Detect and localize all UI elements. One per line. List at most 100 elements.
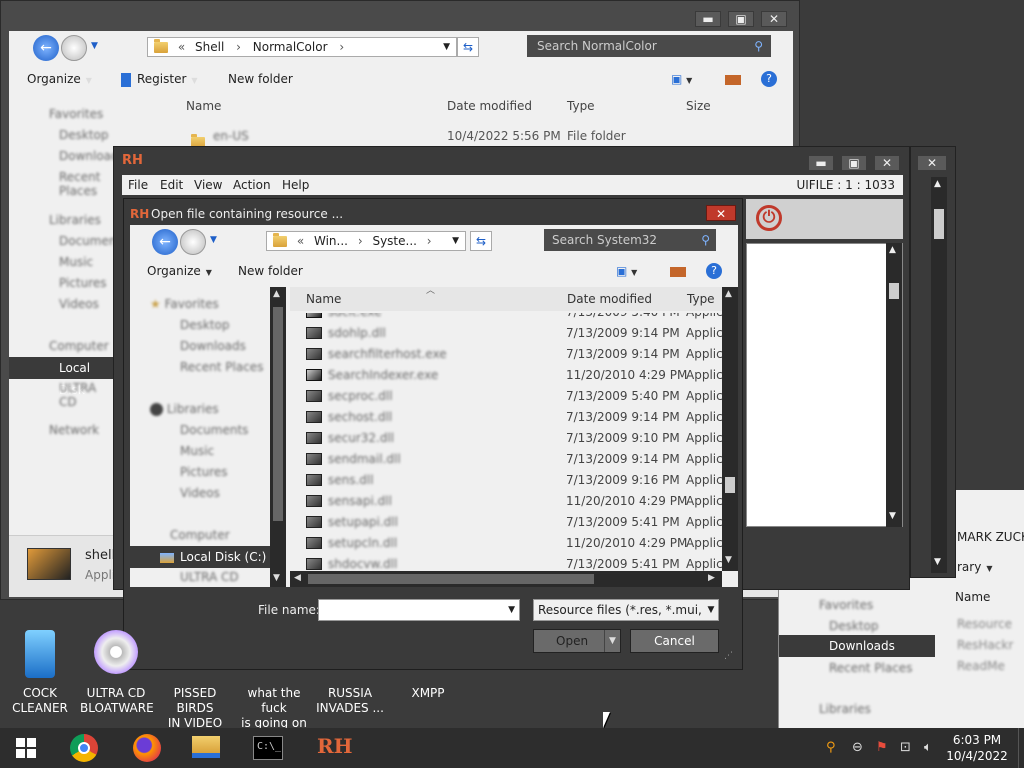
- downloads-column-name[interactable]: Name: [955, 590, 990, 604]
- search-icon[interactable]: ⚲: [754, 35, 763, 57]
- menu-edit[interactable]: Edit: [160, 175, 183, 195]
- search-tray-icon[interactable]: ⚲: [826, 728, 836, 768]
- resize-grip-icon[interactable]: ⋰: [724, 651, 733, 661]
- desktop-icon-xmpp[interactable]: XMPP: [390, 630, 466, 701]
- nav-computer[interactable]: Computer: [49, 339, 109, 353]
- organize-button[interactable]: Organize ▼: [147, 259, 212, 285]
- dl-nav-favorites[interactable]: Favorites: [819, 598, 873, 612]
- scroll-up-icon[interactable]: ▲: [273, 289, 280, 299]
- organize-button[interactable]: Organize ▼: [27, 67, 92, 93]
- column-type[interactable]: Type: [567, 95, 595, 117]
- chrome-icon[interactable]: [70, 734, 98, 762]
- back-button[interactable]: ←: [152, 229, 178, 255]
- rh-minimize-button[interactable]: ▬: [808, 155, 834, 171]
- address-bar[interactable]: « Shell › NormalColor › ▼: [147, 37, 457, 57]
- file-row[interactable]: setupapi.dll 7/13/2009 5:41 PM Applic: [290, 512, 722, 533]
- breadcrumb-system32[interactable]: Syste...: [372, 234, 417, 248]
- breadcrumb-shell[interactable]: Shell: [195, 40, 224, 54]
- side-scrollbar[interactable]: ▲ ▼: [931, 177, 947, 573]
- forward-button[interactable]: [180, 229, 206, 255]
- nav-item-videos[interactable]: Videos: [180, 486, 220, 500]
- nav-local-disk[interactable]: Local Disk: [9, 357, 113, 397]
- new-folder-button[interactable]: New folder: [238, 259, 303, 283]
- explorer-file-row[interactable]: en-US 10/4/2022 5:56 PM File folder: [179, 125, 793, 148]
- side-close-button[interactable]: ✕: [917, 155, 947, 171]
- scroll-down-icon[interactable]: ▼: [934, 557, 941, 567]
- cancel-button[interactable]: Cancel: [630, 629, 719, 653]
- breadcrumb-windows[interactable]: Win...: [314, 234, 348, 248]
- file-row[interactable]: sechost.dll 7/13/2009 9:14 PM Applic: [290, 407, 722, 428]
- file-row[interactable]: sensapi.dll 11/20/2010 4:29 PM Applic: [290, 491, 722, 512]
- column-date-modified[interactable]: Date modified: [567, 287, 652, 311]
- file-row[interactable]: shdocvw.dll 7/13/2009 5:41 PM Applic: [290, 554, 722, 571]
- nav-scrollbar[interactable]: ▲ ▼: [270, 287, 286, 589]
- nav-favorites[interactable]: Favorites: [49, 107, 103, 121]
- column-name[interactable]: Name: [306, 287, 341, 311]
- dialog-address-bar[interactable]: « Win... › Syste... › ▼: [266, 231, 466, 251]
- nav-videos[interactable]: Videos: [59, 297, 99, 311]
- column-size[interactable]: Size: [686, 95, 711, 117]
- scroll-up-icon[interactable]: ▲: [725, 289, 732, 299]
- chevron-down-icon[interactable]: ▼: [508, 600, 515, 620]
- nav-item-computer[interactable]: Computer: [170, 528, 230, 542]
- address-dropdown-icon[interactable]: ▼: [452, 232, 459, 250]
- scroll-up-icon[interactable]: ▲: [934, 179, 941, 189]
- firefox-icon[interactable]: [133, 734, 161, 762]
- volume-icon[interactable]: 🔈︎: [924, 728, 932, 768]
- rh-maximize-button[interactable]: ▣: [841, 155, 867, 171]
- dialog-close-button[interactable]: ✕: [706, 205, 736, 221]
- rh-close-button[interactable]: ✕: [874, 155, 900, 171]
- nav-network[interactable]: Network: [49, 423, 99, 437]
- refresh-icon[interactable]: ⇆: [470, 231, 492, 251]
- menu-file[interactable]: File: [128, 175, 148, 195]
- maximize-button[interactable]: ▣: [728, 11, 754, 27]
- help-icon[interactable]: ?: [761, 71, 777, 87]
- list-item[interactable]: ReadMe: [957, 656, 1024, 677]
- cmd-icon[interactable]: C:\_: [253, 736, 283, 760]
- column-date-modified[interactable]: Date modified: [447, 95, 532, 117]
- close-button[interactable]: ✕: [761, 11, 787, 27]
- preview-pane-icon[interactable]: [670, 267, 686, 277]
- nav-item-pictures[interactable]: Pictures: [180, 465, 228, 479]
- view-options-icon[interactable]: ▣ ▼: [671, 67, 692, 93]
- dl-nav-libraries[interactable]: Libraries: [819, 702, 871, 716]
- scroll-left-icon[interactable]: ◀: [294, 573, 301, 583]
- preview-pane-icon[interactable]: [725, 75, 741, 85]
- flag-icon[interactable]: ⚑: [876, 728, 888, 768]
- refresh-icon[interactable]: ⇆: [457, 37, 479, 57]
- file-row[interactable]: secproc.dll 7/13/2009 5:40 PM Applic: [290, 386, 722, 407]
- rh-editor-pane[interactable]: [746, 243, 903, 527]
- dl-nav-downloads[interactable]: Downloads: [779, 635, 935, 657]
- file-name-input[interactable]: ▼: [318, 599, 520, 621]
- open-split-dropdown-icon[interactable]: ▼: [604, 630, 620, 652]
- nav-item-downloads[interactable]: Downloads: [180, 339, 246, 353]
- file-type-select[interactable]: Resource files (*.res, *.mui, *.dll ▼: [533, 599, 719, 621]
- dl-nav-recent[interactable]: Recent Places: [829, 661, 912, 675]
- desktop-icon-ultra-cd[interactable]: ULTRA CD BLOATWARE: [80, 630, 154, 716]
- file-row[interactable]: sdclt.exe 7/13/2009 5:40 PM Applic: [290, 313, 722, 323]
- open-button[interactable]: Open ▼: [533, 629, 621, 653]
- show-desktop-button[interactable]: [1018, 728, 1024, 768]
- horizontal-scrollbar[interactable]: ◀ ▶: [290, 571, 722, 587]
- scroll-right-icon[interactable]: ▶: [708, 573, 715, 583]
- scroll-down-icon[interactable]: ▼: [889, 511, 896, 521]
- nav-item-documents[interactable]: Documents: [180, 423, 248, 437]
- scroll-thumb[interactable]: [889, 283, 899, 299]
- file-row[interactable]: sens.dll 7/13/2009 9:16 PM Applic: [290, 470, 722, 491]
- breadcrumb-normalcolor[interactable]: NormalColor: [253, 40, 328, 54]
- list-item[interactable]: ResHackr: [957, 635, 1024, 656]
- scroll-thumb[interactable]: [725, 477, 735, 493]
- scroll-down-icon[interactable]: ▼: [725, 555, 732, 565]
- nav-item-favorites[interactable]: ★ Favorites: [150, 297, 219, 311]
- file-row[interactable]: setupcln.dll 11/20/2010 4:29 PM Applic: [290, 533, 722, 554]
- file-row[interactable]: SearchIndexer.exe 11/20/2010 4:29 PM Appli…: [290, 365, 722, 386]
- library-menu[interactable]: rary ▼: [957, 560, 992, 574]
- dl-nav-desktop[interactable]: Desktop: [829, 619, 879, 633]
- dialog-search-input[interactable]: Search System32 ⚲: [544, 229, 716, 251]
- nav-item-music[interactable]: Music: [180, 444, 214, 458]
- scroll-thumb[interactable]: [273, 307, 283, 521]
- file-explorer-icon[interactable]: [192, 736, 220, 758]
- file-row[interactable]: sdohlp.dll 7/13/2009 9:14 PM Applic: [290, 323, 722, 344]
- scroll-thumb[interactable]: [308, 574, 594, 584]
- minimize-button[interactable]: ▬: [695, 11, 721, 27]
